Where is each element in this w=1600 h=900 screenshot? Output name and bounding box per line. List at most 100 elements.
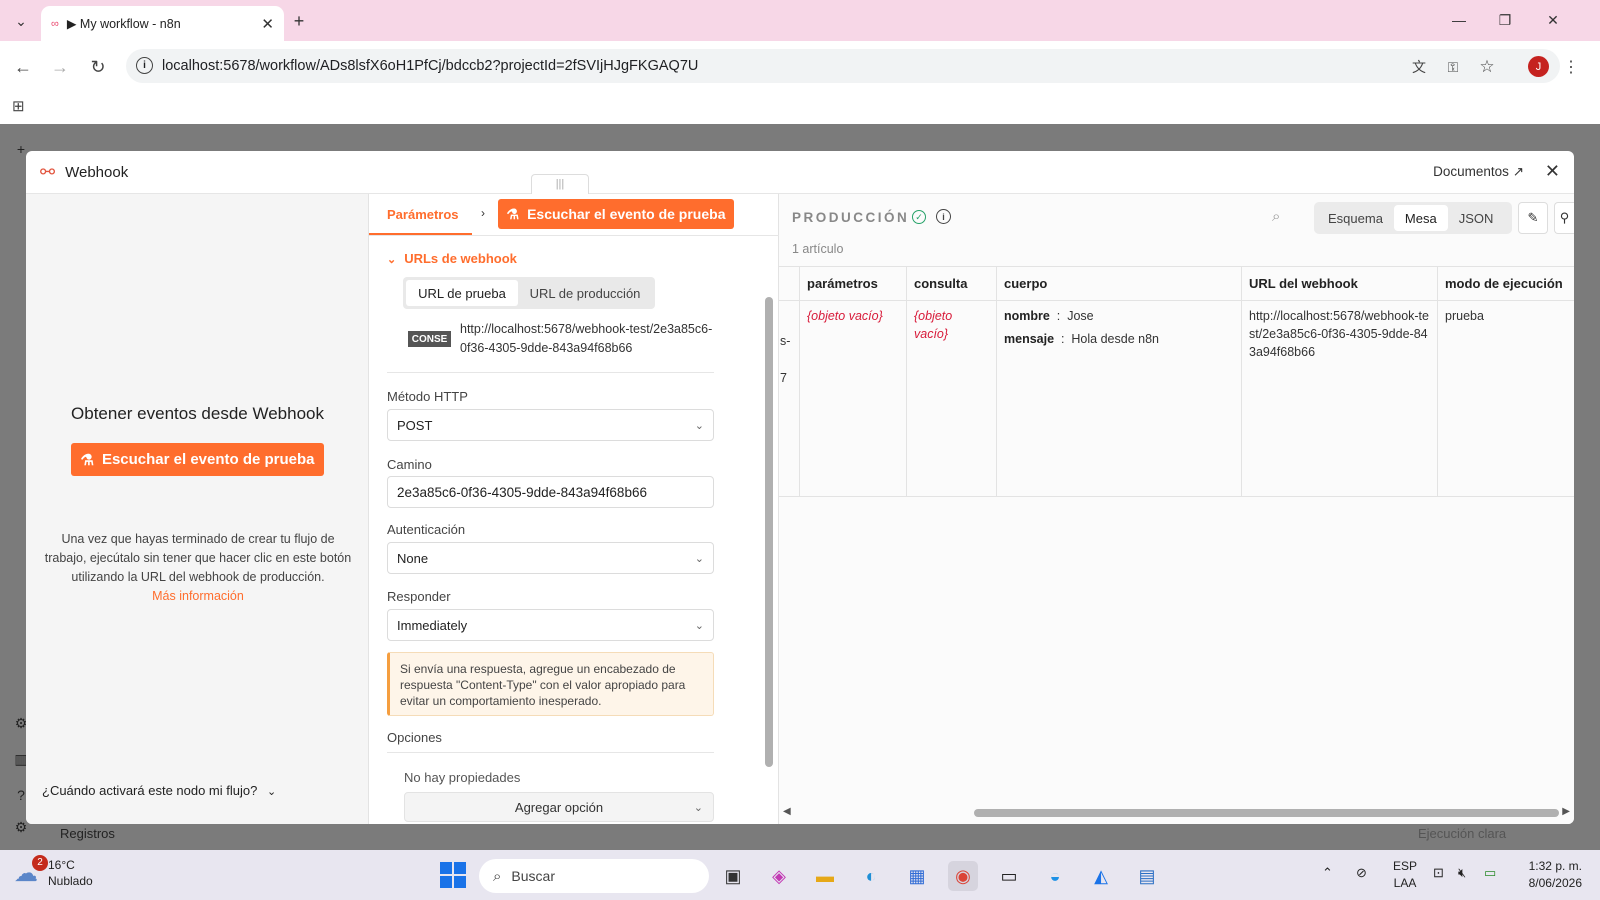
webhook-urls-section-toggle[interactable]: ⌄ URLs de webhook <box>387 251 517 266</box>
clear-execution-button[interactable]: Ejecución clara <box>1418 826 1506 841</box>
bookmark-star-icon[interactable]: ☆ <box>1476 56 1498 78</box>
browser-menu-icon[interactable]: ⋮ <box>1560 56 1582 78</box>
cell-query: {objeto vacío} <box>907 301 997 497</box>
battery-charging-icon[interactable]: ▭ <box>1484 865 1496 881</box>
password-key-icon[interactable]: ⚿ <box>1442 56 1464 78</box>
windows-start-icon[interactable] <box>440 862 466 888</box>
tab-parameters[interactable]: Parámetros <box>387 207 459 222</box>
modal-header: ⚯ Webhook <box>26 151 1574 194</box>
notepad-icon[interactable]: ▤ <box>1132 861 1162 891</box>
info-icon[interactable]: i <box>936 209 951 224</box>
chevron-right-icon[interactable]: › <box>481 206 485 220</box>
photos-icon[interactable]: ◭ <box>1086 861 1116 891</box>
weather-condition: Nublado <box>48 874 93 888</box>
path-value: 2e3a85c6-0f36-4305-9dde-843a94f68b66 <box>397 484 647 500</box>
column-header-query: consulta <box>907 267 997 301</box>
search-icon: ⌕ <box>493 867 502 885</box>
tray-overflow-chevron-icon[interactable]: ⌃ <box>1322 865 1333 881</box>
description-text: Una vez que hayas terminado de crear tu … <box>44 532 352 584</box>
cell-params: {objeto vacío} <box>800 301 907 497</box>
chrome-icon[interactable]: ◉ <box>948 861 978 891</box>
tab-search-chevron-icon[interactable]: ⌄ <box>8 8 34 34</box>
test-url-option[interactable]: URL de prueba <box>406 280 518 306</box>
scroll-left-icon[interactable]: ◀ <box>783 806 791 817</box>
microsoft-store-icon[interactable]: ▦ <box>902 861 932 891</box>
auth-select[interactable]: None ⌄ <box>387 542 714 574</box>
options-label: Opciones <box>387 730 442 745</box>
date: 8/06/2026 <box>1528 876 1582 890</box>
search-icon[interactable]: ⌕ <box>1272 208 1280 225</box>
taskbar-search[interactable]: ⌕ Buscar <box>479 859 709 893</box>
webhook-url-text[interactable]: http://localhost:5678/webhook-test/2e3a8… <box>460 320 715 358</box>
scrollbar-thumb[interactable] <box>974 809 1559 817</box>
address-bar[interactable]: i localhost:5678/workflow/ADs8lsfX6oH1Pf… <box>126 49 1560 83</box>
weather-widget[interactable]: ☁ 2 16°C Nublado <box>14 854 93 889</box>
back-arrow-icon[interactable]: ← <box>9 53 37 81</box>
onedrive-offline-icon[interactable]: ⊘ <box>1356 865 1367 881</box>
bookmarks-bar <box>0 91 1600 124</box>
scroll-right-icon[interactable]: ▶ <box>1562 806 1570 817</box>
cloud-icon: ☁ 2 <box>14 854 48 888</box>
listen-test-event-button-small[interactable]: ⚗ Escuchar el evento de prueba <box>498 199 734 229</box>
view-table-option[interactable]: Mesa <box>1393 205 1448 231</box>
activation-help-toggle[interactable]: ¿Cuándo activará este nodo mi flujo? ⌄ <box>42 783 276 798</box>
path-input[interactable]: 2e3a85c6-0f36-4305-9dde-843a94f68b66 <box>387 476 714 508</box>
body-field-mensaje: mensaje : Hola desde n8n <box>1004 332 1159 346</box>
listen-test-event-button[interactable]: ⚗ Escuchar el evento de prueba <box>71 443 324 476</box>
volume-muted-icon[interactable]: 🔇︎ <box>1458 865 1466 881</box>
divider <box>387 372 714 373</box>
m365-copilot-icon[interactable]: ◈ <box>764 861 794 891</box>
file-explorer-icon[interactable]: ▬ <box>810 861 840 891</box>
modal-close-icon[interactable]: ✕ <box>1545 161 1560 182</box>
profile-avatar[interactable]: J <box>1528 56 1549 77</box>
horizontal-scrollbar[interactable]: ◀ ▶ <box>779 806 1574 820</box>
trigger-heading: Obtener eventos desde Webhook <box>71 404 324 423</box>
restore-icon[interactable]: ❐ <box>1482 6 1528 34</box>
window-close-icon[interactable]: ✕ <box>1530 6 1576 34</box>
reload-icon[interactable]: ↻ <box>84 53 112 81</box>
auth-label: Autenticación <box>387 522 466 537</box>
forward-arrow-icon[interactable]: → <box>46 53 74 81</box>
new-tab-icon[interactable]: + <box>286 8 312 34</box>
panel-drag-handle[interactable]: ||| <box>531 174 589 194</box>
edge-browser-icon[interactable]: ◐ <box>856 861 886 891</box>
logs-panel-toggle[interactable]: Registros <box>60 826 115 841</box>
body-key: nombre <box>1004 309 1050 323</box>
column-header-body: cuerpo <box>997 267 1242 301</box>
add-option-label: Agregar opción <box>514 799 604 815</box>
site-info-icon[interactable]: i <box>136 57 153 74</box>
input-language-indicator[interactable]: ESP LAA <box>1393 858 1417 892</box>
listen-button-label: Escuchar el evento de prueba <box>101 451 315 468</box>
node-title[interactable]: Webhook <box>65 164 128 181</box>
view-schema-option[interactable]: Esquema <box>1317 205 1394 231</box>
pin-icon[interactable]: ⚲ <box>1554 202 1574 234</box>
tab-close-icon[interactable]: ✕ <box>261 15 274 33</box>
divider <box>387 752 714 753</box>
table-header-cutoff <box>779 267 800 301</box>
translate-icon[interactable]: 文 <box>1408 56 1430 78</box>
task-view-icon[interactable]: ▣ <box>718 861 748 891</box>
browser-tab[interactable]: ∞ ▶ My workflow - n8n ✕ <box>41 6 284 41</box>
column-header-exec-mode: modo de ejecución <box>1438 267 1574 301</box>
add-option-dropdown[interactable]: Agregar opción ⌄ <box>404 792 714 822</box>
network-icon[interactable]: ⊡ <box>1433 865 1444 881</box>
url-text: localhost:5678/workflow/ADs8lsfX6oH1PfCj… <box>162 58 699 74</box>
vertical-scrollbar[interactable] <box>765 283 773 824</box>
body-value: Jose <box>1067 309 1094 323</box>
column-header-params: parámetros <box>800 267 907 301</box>
respond-select[interactable]: Immediately ⌄ <box>387 609 714 641</box>
minimize-icon[interactable]: — <box>1436 6 1482 34</box>
cell-webhook-url: http://localhost:5678/webhook-test/2e3a8… <box>1242 301 1438 497</box>
production-url-option[interactable]: URL de producción <box>518 280 652 306</box>
http-method-select[interactable]: POST ⌄ <box>387 409 714 441</box>
apps-grid-icon[interactable]: ⊞ <box>12 97 25 115</box>
terminal-icon[interactable]: ▭ <box>994 861 1024 891</box>
scrollbar-thumb[interactable] <box>765 297 773 767</box>
docs-link[interactable]: Documentos ↗ <box>1433 164 1524 180</box>
edit-pencil-icon[interactable]: ✎ <box>1518 202 1548 234</box>
system-clock[interactable]: 1:32 p. m. 8/06/2026 <box>1522 858 1582 892</box>
docker-icon[interactable]: ◒ <box>1040 861 1070 891</box>
more-info-link[interactable]: Más información <box>152 589 244 603</box>
view-json-option[interactable]: JSON <box>1448 205 1505 231</box>
cutoff-text-1: s- <box>780 334 791 348</box>
